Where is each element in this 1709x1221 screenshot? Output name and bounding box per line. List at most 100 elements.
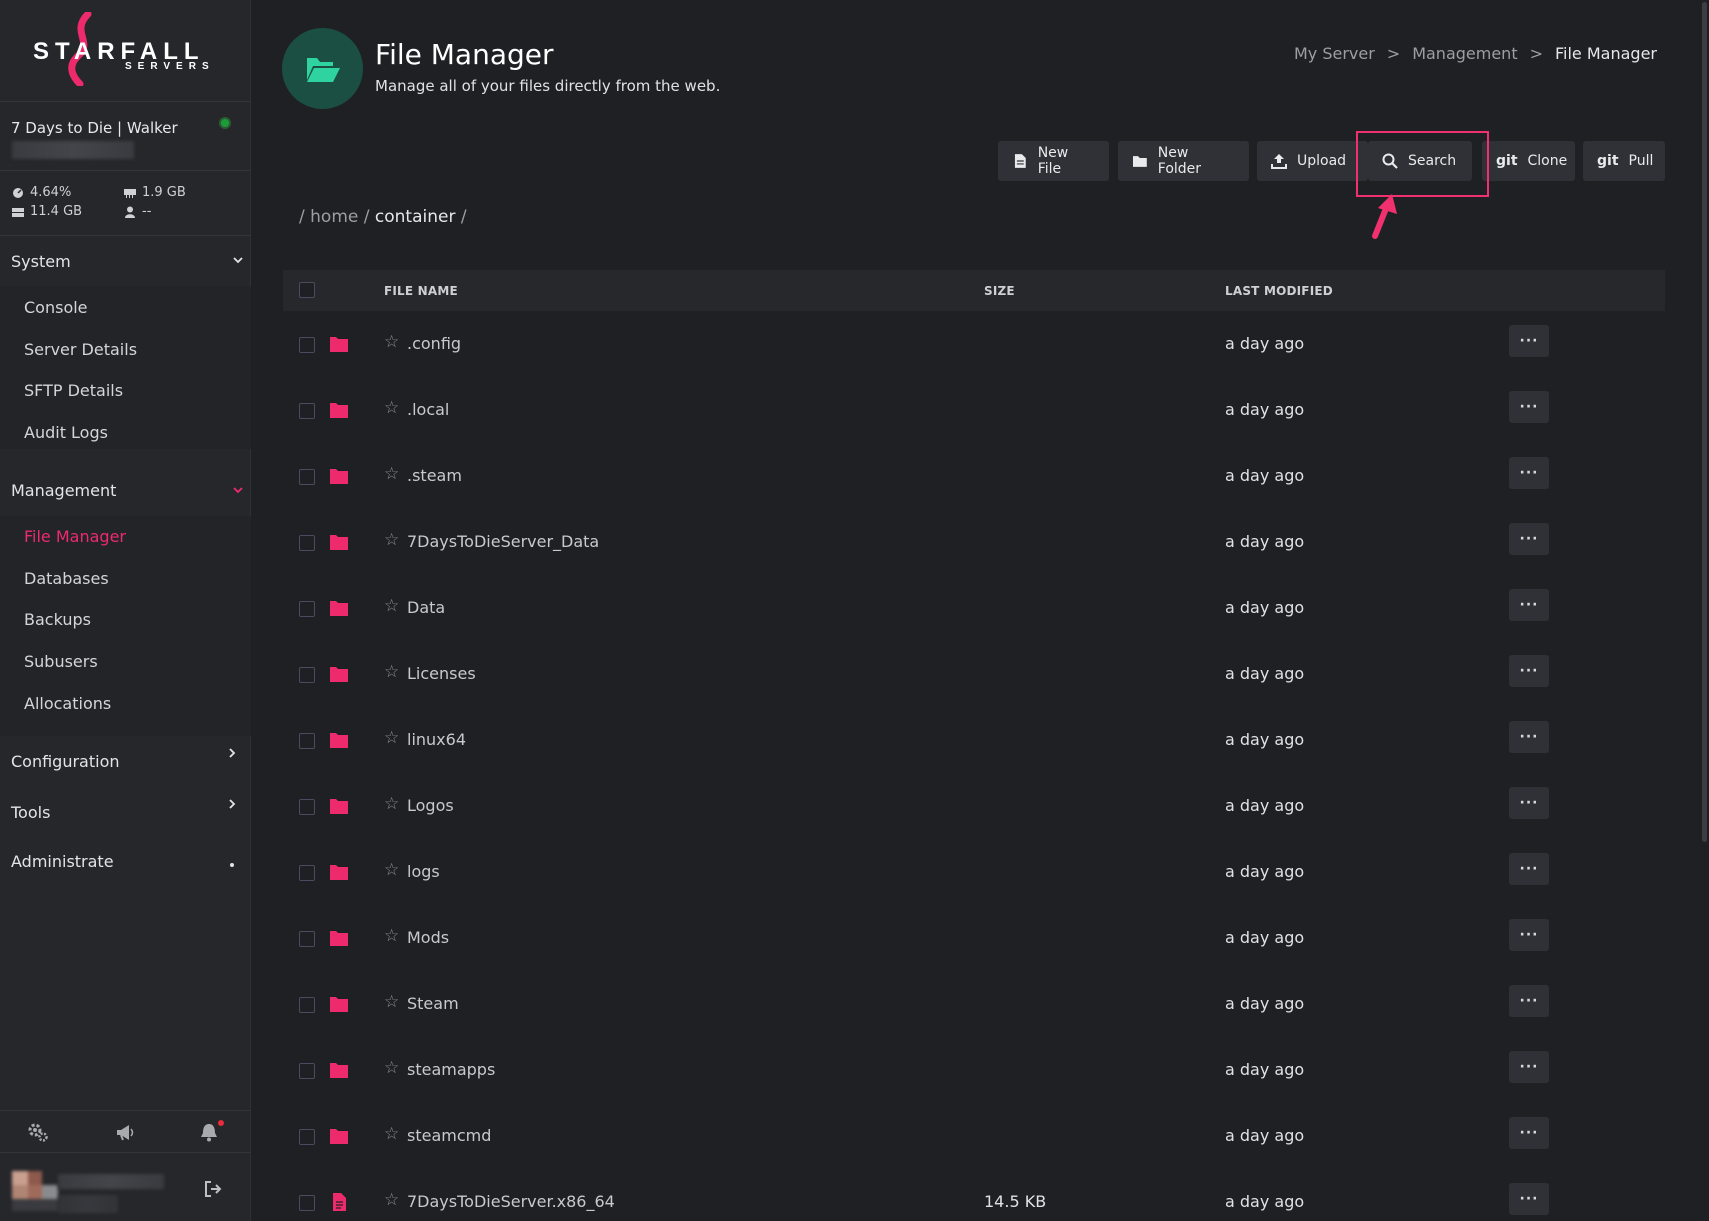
file-name[interactable]: .local [407, 400, 449, 419]
more-actions-button[interactable]: ··· [1509, 985, 1549, 1017]
column-last-modified[interactable]: LAST MODIFIED [1225, 284, 1333, 298]
select-all-checkbox[interactable] [299, 282, 315, 298]
git-clone-button[interactable]: git Clone [1482, 141, 1575, 181]
breadcrumb-my-server[interactable]: My Server [1294, 44, 1375, 63]
nav-management-header[interactable]: Management [11, 481, 116, 500]
star-icon[interactable]: ☆ [384, 728, 399, 748]
row-checkbox[interactable] [299, 601, 315, 617]
star-icon[interactable]: ☆ [384, 662, 399, 682]
brand-logo[interactable]: STARFALL SERVERS [0, 0, 251, 102]
row-checkbox[interactable] [299, 733, 315, 749]
more-actions-button[interactable]: ··· [1509, 721, 1549, 753]
table-row[interactable]: ☆ 7DaysToDieServer.x86_64 14.5 KB a day ago… [283, 1169, 1665, 1221]
row-checkbox[interactable] [299, 931, 315, 947]
table-row[interactable]: ☆ .config a day ago ··· [283, 311, 1665, 377]
star-icon[interactable]: ☆ [384, 464, 399, 484]
file-name[interactable]: 7DaysToDieServer.x86_64 [407, 1192, 615, 1211]
row-checkbox[interactable] [299, 799, 315, 815]
column-file-name[interactable]: FILE NAME [384, 284, 458, 298]
file-name[interactable]: Licenses [407, 664, 476, 683]
row-checkbox[interactable] [299, 1063, 315, 1079]
table-row[interactable]: ☆ logs a day ago ··· [283, 839, 1665, 905]
new-folder-button[interactable]: New Folder [1118, 141, 1249, 181]
file-name[interactable]: .steam [407, 466, 462, 485]
more-actions-button[interactable]: ··· [1509, 919, 1549, 951]
star-icon[interactable]: ☆ [384, 398, 399, 418]
star-icon[interactable]: ☆ [384, 332, 399, 352]
file-name[interactable]: Data [407, 598, 445, 617]
breadcrumb-management[interactable]: Management [1412, 44, 1517, 63]
star-icon[interactable]: ☆ [384, 926, 399, 946]
table-row[interactable]: ☆ .steam a day ago ··· [283, 443, 1665, 509]
more-actions-button[interactable]: ··· [1509, 391, 1549, 423]
table-row[interactable]: ☆ Data a day ago ··· [283, 575, 1665, 641]
table-row[interactable]: ☆ Logos a day ago ··· [283, 773, 1665, 839]
row-checkbox[interactable] [299, 865, 315, 881]
star-icon[interactable]: ☆ [384, 1124, 399, 1144]
row-checkbox[interactable] [299, 1129, 315, 1145]
row-checkbox[interactable] [299, 1195, 315, 1211]
nav-configuration-header[interactable]: Configuration [11, 752, 120, 771]
file-name[interactable]: linux64 [407, 730, 466, 749]
path-segment-container[interactable]: container [375, 207, 456, 227]
sidebar-item-databases[interactable]: Databases [24, 569, 109, 588]
file-name[interactable]: Mods [407, 928, 449, 947]
chevron-down-icon[interactable] [232, 484, 244, 500]
row-checkbox[interactable] [299, 469, 315, 485]
sidebar-item-audit-logs[interactable]: Audit Logs [24, 423, 108, 442]
star-icon[interactable]: ☆ [384, 530, 399, 550]
gears-icon[interactable] [27, 1121, 49, 1143]
file-name[interactable]: steamapps [407, 1060, 495, 1079]
row-checkbox[interactable] [299, 997, 315, 1013]
more-actions-button[interactable]: ··· [1509, 1117, 1549, 1149]
more-actions-button[interactable]: ··· [1509, 853, 1549, 885]
sidebar-item-server-details[interactable]: Server Details [24, 340, 137, 359]
star-icon[interactable]: ☆ [384, 596, 399, 616]
table-row[interactable]: ☆ steamapps a day ago ··· [283, 1037, 1665, 1103]
server-card[interactable]: 7 Days to Die | Walker [0, 103, 251, 171]
nav-tools-header[interactable]: Tools [11, 803, 50, 822]
logout-icon[interactable] [203, 1180, 223, 1198]
file-name[interactable]: steamcmd [407, 1126, 491, 1145]
column-size[interactable]: SIZE [984, 284, 1015, 298]
star-icon[interactable]: ☆ [384, 860, 399, 880]
new-file-button[interactable]: New File [998, 141, 1109, 181]
more-actions-button[interactable]: ··· [1509, 1183, 1549, 1215]
more-actions-button[interactable]: ··· [1509, 325, 1549, 357]
file-name[interactable]: logs [407, 862, 440, 881]
row-checkbox[interactable] [299, 403, 315, 419]
page-scrollbar-thumb[interactable] [1702, 2, 1707, 842]
more-actions-button[interactable]: ··· [1509, 1051, 1549, 1083]
row-checkbox[interactable] [299, 535, 315, 551]
sidebar-item-allocations[interactable]: Allocations [24, 694, 111, 713]
file-name[interactable]: Steam [407, 994, 459, 1013]
star-icon[interactable]: ☆ [384, 992, 399, 1012]
table-row[interactable]: ☆ .local a day ago ··· [283, 377, 1665, 443]
upload-button[interactable]: Upload [1257, 141, 1368, 181]
table-row[interactable]: ☆ Licenses a day ago ··· [283, 641, 1665, 707]
table-row[interactable]: ☆ linux64 a day ago ··· [283, 707, 1665, 773]
table-row[interactable]: ☆ steamcmd a day ago ··· [283, 1103, 1665, 1169]
git-pull-button[interactable]: git Pull [1583, 141, 1665, 181]
avatar[interactable] [12, 1171, 58, 1211]
sidebar-item-console[interactable]: Console [24, 298, 88, 317]
chevron-right-icon[interactable] [226, 798, 238, 814]
sidebar-item-file-manager[interactable]: File Manager [24, 527, 126, 546]
sidebar-item-subusers[interactable]: Subusers [24, 652, 98, 671]
table-row[interactable]: ☆ Mods a day ago ··· [283, 905, 1665, 971]
file-name[interactable]: 7DaysToDieServer_Data [407, 532, 599, 551]
row-checkbox[interactable] [299, 667, 315, 683]
chevron-right-icon[interactable] [226, 747, 238, 763]
more-actions-button[interactable]: ··· [1509, 655, 1549, 687]
sidebar-item-sftp-details[interactable]: SFTP Details [24, 381, 123, 400]
nav-administrate-header[interactable]: Administrate [11, 852, 114, 871]
file-name[interactable]: Logos [407, 796, 454, 815]
bell-icon[interactable] [198, 1121, 220, 1143]
more-actions-button[interactable]: ··· [1509, 523, 1549, 555]
nav-system-header[interactable]: System [11, 252, 71, 271]
megaphone-icon[interactable] [114, 1121, 136, 1143]
row-checkbox[interactable] [299, 337, 315, 353]
sidebar-item-backups[interactable]: Backups [24, 610, 91, 629]
more-actions-button[interactable]: ··· [1509, 457, 1549, 489]
star-icon[interactable]: ☆ [384, 794, 399, 814]
